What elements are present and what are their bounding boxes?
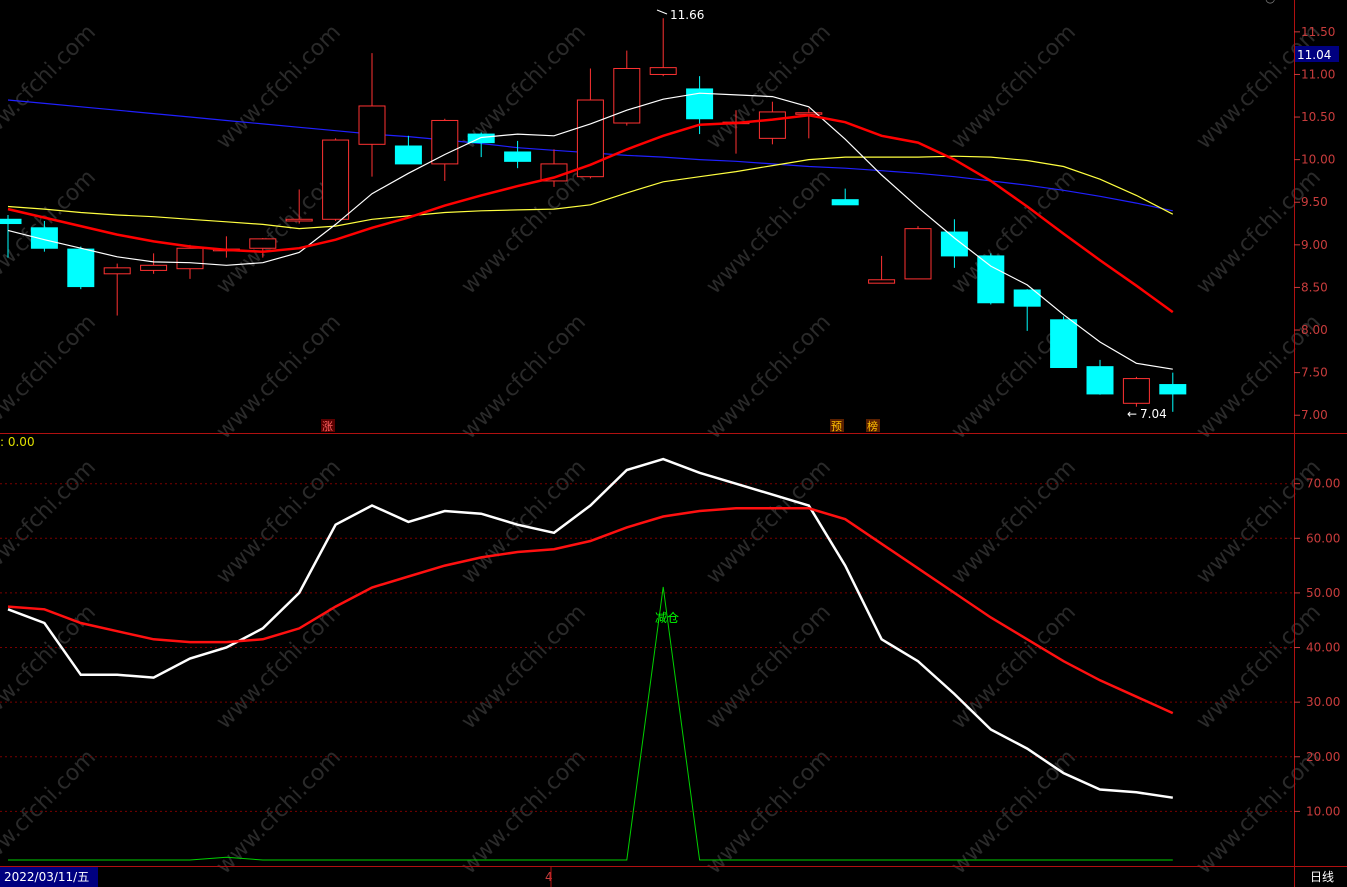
osc-tick-label: 10.00: [1306, 804, 1340, 818]
candle-body: [431, 119, 459, 165]
corner-icon[interactable]: ◡: [1265, 0, 1275, 5]
candle-body: [831, 199, 859, 206]
osc-tick-label: 60.00: [1306, 531, 1340, 545]
price-tick-label: 10.00: [1301, 153, 1335, 167]
candle-body: [285, 218, 313, 222]
candle-body: [613, 67, 641, 124]
pre-tag[interactable]: 预: [830, 419, 844, 433]
candle-body: [504, 151, 532, 162]
low-marker: ← 7.04: [1127, 407, 1167, 421]
candle-body: [0, 218, 22, 225]
rank-tag[interactable]: 榜: [866, 419, 880, 433]
candle-body: [30, 227, 58, 249]
footer-date: 2022/03/11/五: [4, 870, 89, 884]
signal-label: 减仓: [655, 611, 679, 625]
candle-body: [1050, 319, 1078, 369]
candle: [1050, 316, 1078, 369]
candle-body: [322, 139, 350, 220]
candle-body: [103, 267, 131, 275]
candle-body: [1122, 378, 1150, 404]
price-tick-label: 8.00: [1301, 323, 1328, 337]
current-price-box: 11.04: [1295, 46, 1339, 62]
candle-body: [176, 247, 204, 270]
osc-tick-label: 30.00: [1306, 695, 1340, 709]
price-tick-label: 8.50: [1301, 280, 1328, 294]
candle-body: [1159, 384, 1187, 395]
candle-body: [940, 231, 968, 257]
candle-body: [1086, 366, 1114, 395]
candle-body: [67, 248, 95, 288]
candle: [904, 226, 932, 280]
price-tick-label: 7.00: [1301, 408, 1328, 422]
candle: [67, 246, 95, 290]
rank-tag-label: 榜: [867, 419, 878, 433]
low-arrow-icon: ←: [1127, 407, 1137, 421]
osc-tick-label: 20.00: [1306, 750, 1340, 764]
indicator-label: : 0.00: [0, 435, 35, 449]
period-button[interactable]: 日线: [1310, 870, 1334, 884]
candle-body: [904, 228, 932, 280]
pre-tag-label: 预: [831, 420, 842, 433]
osc-tick-label: 40.00: [1306, 641, 1340, 655]
candle-body: [358, 105, 386, 145]
candle-body: [977, 255, 1005, 304]
price-tick-label: 10.50: [1301, 110, 1335, 124]
candle-body: [140, 264, 168, 271]
price-tick-label: 9.00: [1301, 238, 1328, 252]
price-tick-label: 11.00: [1301, 67, 1335, 81]
candle-body: [649, 67, 677, 75]
candle: [322, 138, 350, 221]
price-tick-label: 9.50: [1301, 195, 1328, 209]
candle-body: [758, 111, 786, 139]
price-tick-label: 7.50: [1301, 366, 1328, 380]
rise-tag-label: 涨: [322, 420, 333, 433]
current-price-label: 11.04: [1297, 48, 1331, 62]
candle-body: [868, 279, 896, 284]
candle: [1122, 376, 1150, 407]
osc-tick-label: 50.00: [1306, 586, 1340, 600]
candle: [977, 253, 1005, 305]
price-tick-label: 11.50: [1301, 25, 1335, 39]
rise-tag[interactable]: 涨: [321, 419, 335, 433]
osc-tick-label: 70.00: [1306, 477, 1340, 491]
candle-body: [394, 145, 422, 165]
high-label: 11.66: [670, 8, 704, 22]
candle-body: [249, 238, 277, 249]
low-label: 7.04: [1140, 407, 1167, 421]
